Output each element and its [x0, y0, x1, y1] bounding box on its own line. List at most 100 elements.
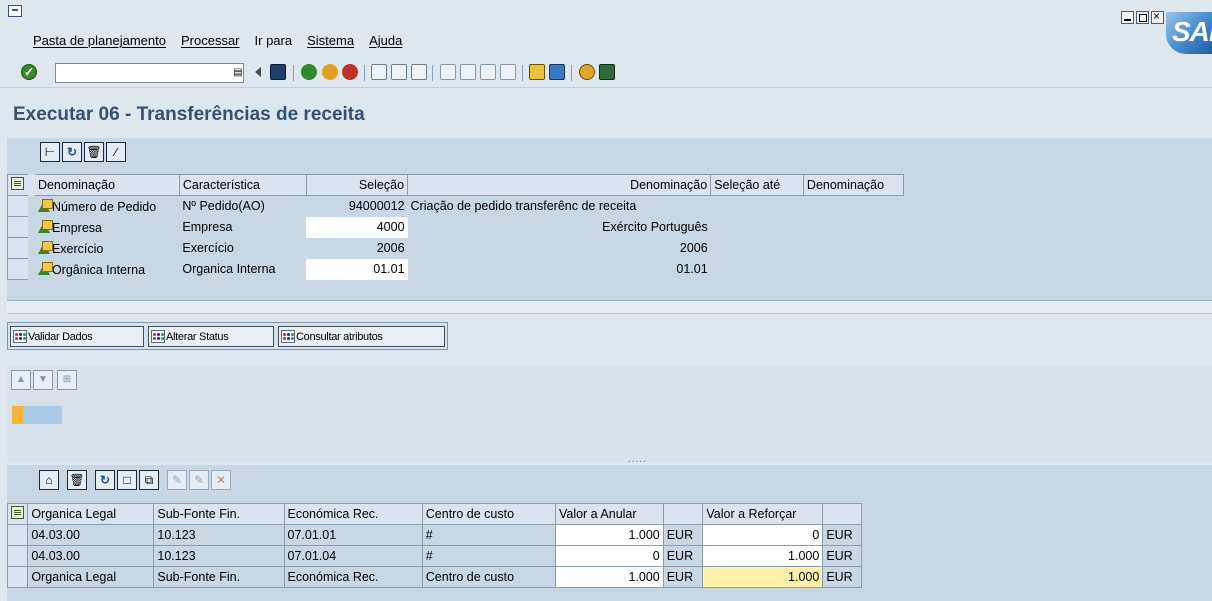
move-down-icon[interactable]: ▼: [33, 370, 53, 390]
print-icon[interactable]: [371, 64, 387, 80]
amount-input-focused[interactable]: 1.000: [702, 566, 824, 588]
table-cell: [803, 238, 903, 259]
change-status-button[interactable]: Alterar Status: [148, 326, 274, 347]
delete-row-icon[interactable]: 🗑: [67, 470, 87, 490]
refresh-data-icon[interactable]: ↻: [95, 470, 115, 490]
find-icon[interactable]: [391, 64, 407, 80]
select-all-icon[interactable]: [7, 174, 32, 196]
create-session-icon[interactable]: [529, 64, 545, 80]
column-header[interactable]: Denominação: [802, 174, 905, 196]
table-row[interactable]: Número de Pedido Nº Pedido(AO) 94000012 …: [7, 195, 904, 217]
menu-processar[interactable]: Processar: [181, 33, 240, 48]
previous-page-icon[interactable]: [460, 64, 476, 80]
command-dropdown-icon[interactable]: ▤: [232, 63, 244, 83]
collapse-icon[interactable]: [255, 67, 261, 77]
maximize-icon[interactable]: [1136, 11, 1149, 24]
row-selector[interactable]: [7, 195, 32, 217]
copy-row-icon[interactable]: ⧉: [139, 470, 159, 490]
command-field[interactable]: [55, 63, 244, 83]
selected-node[interactable]: [23, 406, 62, 424]
menu-pasta-planejamento[interactable]: Pasta de planejamento: [33, 33, 166, 48]
system-menu-icon[interactable]: [8, 5, 22, 17]
save-icon[interactable]: [270, 64, 286, 80]
amount-input[interactable]: 1.000: [702, 545, 824, 567]
amount-input[interactable]: 1.000: [554, 524, 664, 546]
selected-node-marker[interactable]: [12, 406, 23, 424]
column-header[interactable]: Denominação: [407, 174, 712, 196]
row-selector[interactable]: [7, 216, 32, 238]
splitter[interactable]: [7, 300, 1212, 314]
page-title: Executar 06 - Transferências de receita: [13, 104, 365, 125]
row-selector[interactable]: [6, 545, 29, 567]
table-cell: #: [421, 545, 556, 567]
table-row[interactable]: Organica Legal Sub-Fonte Fin. Económica …: [6, 566, 862, 588]
amount-input[interactable]: 1.000: [554, 566, 664, 588]
resize-handle[interactable]: .....: [628, 454, 647, 465]
move-up-icon[interactable]: ▲: [11, 370, 31, 390]
table-cell[interactable]: [711, 196, 804, 217]
amount-input[interactable]: 0: [554, 545, 664, 567]
cancel-icon[interactable]: [342, 64, 358, 80]
column-header[interactable]: Seleção até: [710, 174, 804, 196]
delete-icon[interactable]: 🗑: [84, 142, 104, 162]
consult-attributes-button[interactable]: Consultar atributos: [278, 326, 445, 347]
column-header[interactable]: Característica: [178, 174, 307, 196]
table-row[interactable]: Empresa Empresa 4000 Exército Português: [7, 216, 904, 238]
column-header[interactable]: Centro de custo: [421, 503, 556, 525]
enter-icon[interactable]: ✓: [21, 64, 37, 80]
table-cell[interactable]: 01.01: [306, 258, 408, 280]
column-header[interactable]: Económica Rec.: [283, 503, 423, 525]
column-header[interactable]: Sub-Fonte Fin.: [153, 503, 285, 525]
table-cell[interactable]: [711, 238, 804, 259]
variable-icon[interactable]: ∕: [106, 142, 126, 162]
menu-ajuda[interactable]: Ajuda: [369, 33, 402, 48]
details-icon[interactable]: ⌂: [39, 470, 59, 490]
table-cell: 07.01.01: [283, 524, 423, 546]
select-all-icon[interactable]: [6, 503, 29, 525]
next-page-icon[interactable]: [480, 64, 496, 80]
table-cell[interactable]: 4000: [306, 216, 408, 238]
table-cell: EUR: [662, 524, 704, 546]
row-selector[interactable]: [7, 258, 32, 280]
last-page-icon[interactable]: [500, 64, 516, 80]
table-cell: #: [421, 524, 556, 546]
menu-sistema[interactable]: Sistema: [307, 33, 354, 48]
exit-icon[interactable]: [322, 64, 338, 80]
find-next-icon[interactable]: [411, 64, 427, 80]
column-header[interactable]: Denominação: [27, 174, 180, 196]
column-header: [822, 503, 862, 525]
column-header[interactable]: Organica Legal: [27, 503, 155, 525]
close-icon[interactable]: [1151, 9, 1164, 24]
row-selector[interactable]: [6, 524, 29, 546]
row-selector[interactable]: [7, 237, 32, 259]
table-cell[interactable]: 94000012: [306, 196, 407, 217]
table-cell: Organica Legal: [27, 566, 155, 588]
expand-tree-icon[interactable]: ⊞: [57, 370, 77, 390]
characteristic-icon: [38, 240, 53, 255]
menu-ir-para[interactable]: Ir para: [255, 33, 293, 48]
new-row-icon[interactable]: □: [117, 470, 137, 490]
shortcut-icon[interactable]: [549, 64, 565, 80]
column-header[interactable]: Valor a Anular: [554, 503, 664, 525]
menu-bar: Pasta de planejamento Processar Ir para …: [33, 33, 402, 48]
column-header[interactable]: Seleção: [305, 174, 409, 196]
validate-data-button[interactable]: Validar Dados: [10, 326, 144, 347]
help-icon[interactable]: [579, 64, 595, 80]
table-cell[interactable]: [711, 259, 804, 280]
table-row[interactable]: Orgânica Interna Organica Interna 01.01 …: [7, 258, 904, 280]
column-header[interactable]: Valor a Reforçar: [702, 503, 824, 525]
back-icon[interactable]: [301, 64, 317, 80]
first-page-icon[interactable]: [440, 64, 456, 80]
layout-icon[interactable]: [599, 64, 615, 80]
minimize-icon[interactable]: [1121, 11, 1134, 24]
table-row[interactable]: 04.03.00 10.123 07.01.01 # 1.000 EUR 0 E…: [6, 524, 862, 546]
table-cell[interactable]: 2006: [306, 238, 407, 259]
table-row[interactable]: 04.03.00 10.123 07.01.04 # 0 EUR 1.000 E…: [6, 545, 862, 567]
table-row[interactable]: Exercício Exercício 2006 2006: [7, 237, 904, 259]
amount-input[interactable]: 0: [702, 524, 824, 546]
table-cell[interactable]: [711, 217, 804, 238]
refresh-icon[interactable]: ↻: [62, 142, 82, 162]
insert-row-icon[interactable]: ⊢: [40, 142, 60, 162]
row-selector[interactable]: [6, 566, 29, 588]
edit-disabled-icon: ✎: [167, 470, 187, 490]
